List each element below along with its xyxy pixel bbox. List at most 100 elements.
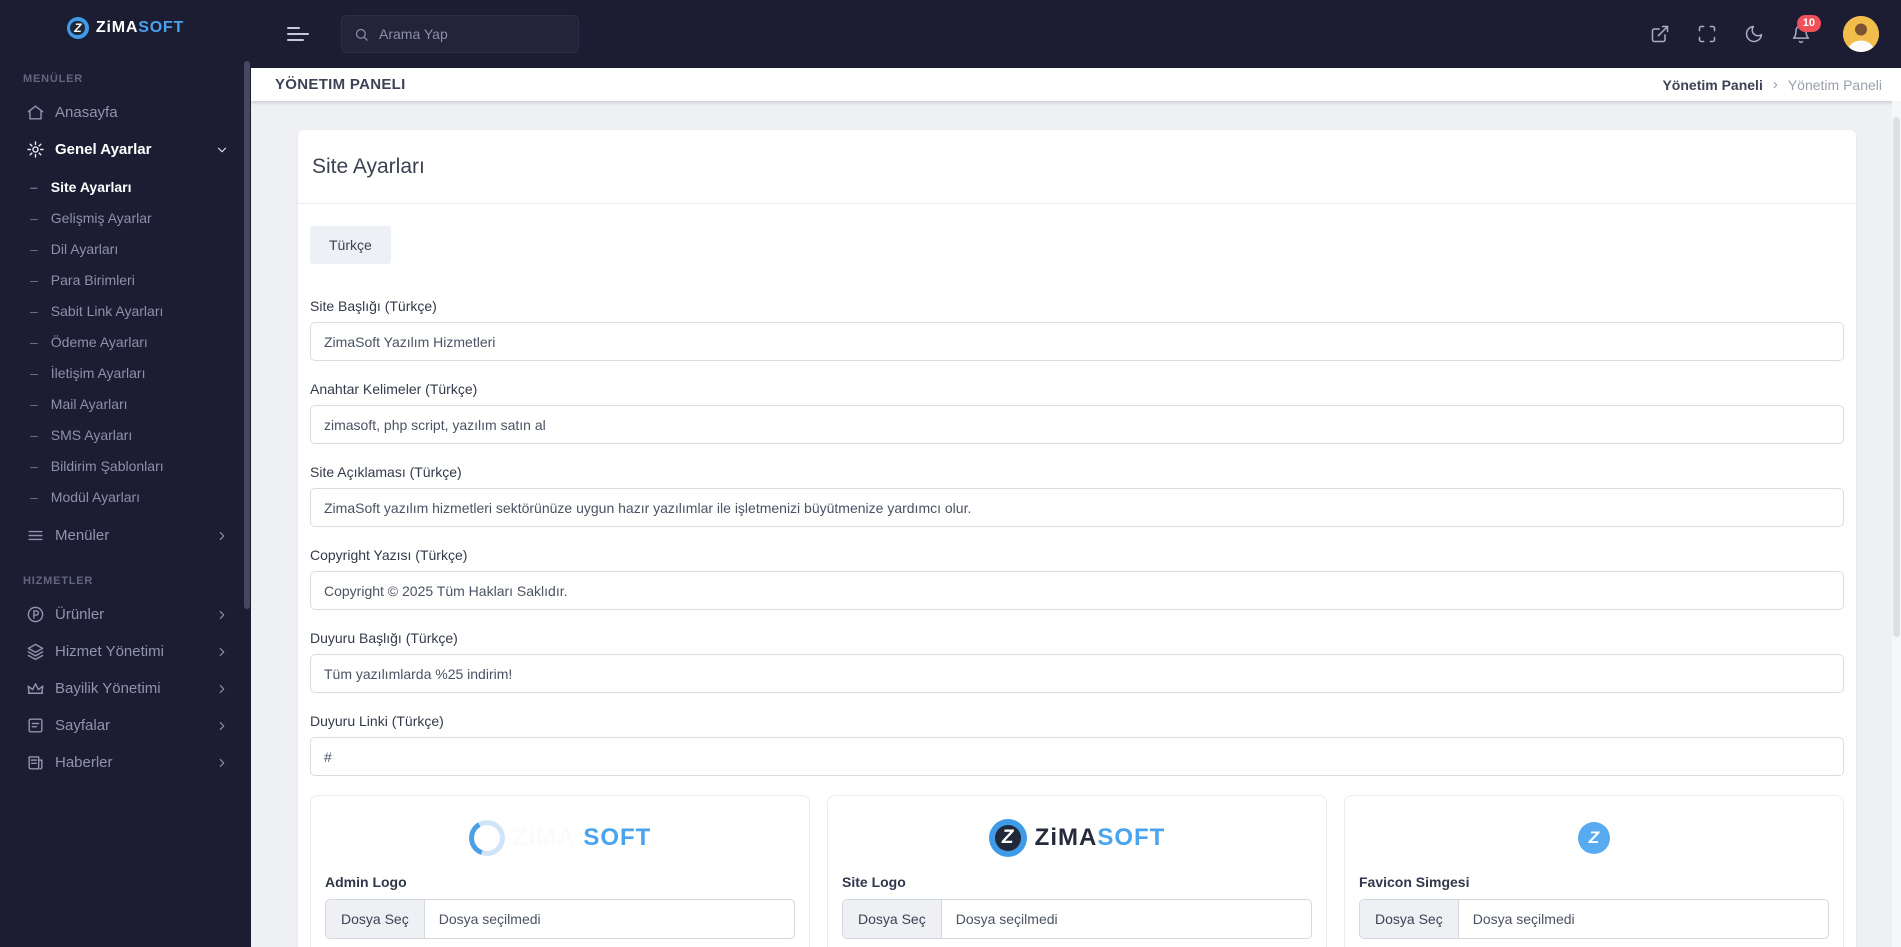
page-scrollbar-thumb[interactable] (1893, 117, 1900, 637)
admin-logo-file-input[interactable]: Dosya Seç Dosya seçilmedi (325, 899, 795, 939)
layers-icon (26, 642, 45, 661)
sidebar-item-bayilik-yonetimi[interactable]: Bayilik Yönetimi (0, 670, 251, 707)
sidebar-subitem-odeme-ayarlari[interactable]: Ödeme Ayarları (0, 326, 251, 357)
breadcrumb-parent[interactable]: Yönetim Paneli (1662, 77, 1762, 93)
field-announcement-link: Duyuru Linki (Türkçe) (310, 713, 1844, 776)
chevron-right-icon (215, 682, 229, 696)
site-description-input[interactable] (310, 488, 1844, 527)
admin-logo-preview: ZiMA SOFT (325, 806, 795, 870)
admin-logo-card: ZiMA SOFT Admin Logo Dosya Seç Dosya seç… (310, 795, 810, 947)
sidebar-item-haberler[interactable]: Haberler (0, 744, 251, 781)
topbar-actions: 10 (1650, 15, 1879, 52)
sidebar-subitem-sms-ayarlari[interactable]: SMS Ayarları (0, 419, 251, 450)
search-box[interactable] (341, 15, 579, 53)
sidebar-subitem-sabit-link-ayarlari[interactable]: Sabit Link Ayarları (0, 295, 251, 326)
chevron-right-icon (215, 645, 229, 659)
logo-upload-row: ZiMA SOFT Admin Logo Dosya Seç Dosya seç… (310, 795, 1844, 947)
admin-logo-label: Admin Logo (325, 874, 407, 890)
language-tabs: Türkçe (310, 204, 1844, 264)
sidebar-item-genel-ayarlar[interactable]: Genel Ayarlar (0, 131, 251, 168)
file-status-text: Dosya seçilmedi (438, 911, 541, 927)
page-icon (26, 716, 45, 735)
favicon-icon (1578, 822, 1610, 854)
dark-mode-moon-icon[interactable] (1744, 24, 1764, 44)
favicon-file-input[interactable]: Dosya Seç Dosya seçilmedi (1359, 899, 1829, 939)
sidebar-scrollbar-thumb[interactable] (244, 61, 250, 609)
home-icon (26, 103, 45, 122)
user-avatar[interactable] (1843, 16, 1879, 52)
sidebar-subitem-bildirim-sablonlari[interactable]: Bildirim Şablonları (0, 450, 251, 481)
page-title: YÖNETIM PANELI (275, 76, 406, 93)
product-p-icon (26, 605, 45, 624)
sidebar-section-hizmetler: HIZMETLER (23, 575, 94, 587)
site-settings-card: Site Ayarları Türkçe Site Başlığı (Türkç… (298, 130, 1856, 947)
brand-logo-icon (66, 17, 89, 39)
sidebar-item-urunler[interactable]: Ürünler (0, 596, 251, 633)
brand-logo-text: ZiMASOFT (95, 19, 185, 36)
keywords-input[interactable] (310, 405, 1844, 444)
site-title-input[interactable] (310, 322, 1844, 361)
announcement-link-input[interactable] (310, 737, 1844, 776)
field-announcement-title: Duyuru Başlığı (Türkçe) (310, 630, 1844, 693)
sidebar: ZiMASOFT MENÜLER Anasayfa Genel Ayarlar … (0, 0, 251, 947)
field-label: Duyuru Başlığı (Türkçe) (310, 630, 458, 646)
breadcrumb-current: Yönetim Paneli (1787, 76, 1882, 93)
file-select-button[interactable]: Dosya Seç (843, 900, 942, 938)
external-link-icon[interactable] (1650, 24, 1670, 44)
card-title: Site Ayarları (312, 155, 425, 178)
field-label: Site Başlığı (Türkçe) (310, 298, 437, 314)
field-label: Copyright Yazısı (Türkçe) (310, 547, 468, 563)
sidebar-subitem-mail-ayarlari[interactable]: Mail Ayarları (0, 388, 251, 419)
sidebar-subitem-modul-ayarlari[interactable]: Modül Ayarları (0, 481, 251, 512)
sidebar-subitem-site-ayarlari[interactable]: Site Ayarları (0, 171, 251, 202)
sidebar-item-hizmet-yonetimi[interactable]: Hizmet Yönetimi (0, 633, 251, 670)
breadcrumb: Yönetim Paneli › Yönetim Paneli (1662, 76, 1882, 93)
site-logo-file-input[interactable]: Dosya Seç Dosya seçilmedi (842, 899, 1312, 939)
sidebar-subitem-para-birimleri[interactable]: Para Birimleri (0, 264, 251, 295)
chevron-right-icon (215, 719, 229, 733)
sidebar-item-anasayfa[interactable]: Anasayfa (0, 94, 251, 131)
sidebar-subitem-dil-ayarlari[interactable]: Dil Ayarları (0, 233, 251, 264)
site-logo-card: ZiMASOFT Site Logo Dosya Seç Dosya seçil… (827, 795, 1327, 947)
sidebar-toggle-icon[interactable] (287, 24, 311, 44)
site-logo-label: Site Logo (842, 874, 906, 890)
chevron-right-icon (215, 756, 229, 770)
file-select-button[interactable]: Dosya Seç (326, 900, 425, 938)
tab-turkce[interactable]: Türkçe (310, 226, 391, 264)
page-scrollbar[interactable] (1892, 101, 1901, 947)
file-status-text: Dosya seçilmedi (955, 911, 1058, 927)
topbar: 10 (251, 0, 1901, 68)
field-site-description: Site Açıklaması (Türkçe) (310, 464, 1844, 527)
card-header: Site Ayarları (310, 130, 1844, 203)
file-select-button[interactable]: Dosya Seç (1360, 900, 1459, 938)
content-area: Site Ayarları Türkçe Site Başlığı (Türkç… (251, 101, 1901, 947)
crown-icon (26, 679, 45, 698)
sidebar-subitem-iletisim-ayarlari[interactable]: İletişim Ayarları (0, 357, 251, 388)
gear-icon (26, 140, 45, 159)
sidebar-section-menuler: MENÜLER (23, 73, 83, 85)
favicon-label: Favicon Simgesi (1359, 874, 1470, 890)
sidebar-item-sayfalar[interactable]: Sayfalar (0, 707, 251, 744)
copyright-input[interactable] (310, 571, 1844, 610)
sidebar-submenu-genel-ayarlar: Site Ayarları Gelişmiş Ayarlar Dil Ayarl… (0, 171, 251, 512)
fullscreen-icon[interactable] (1697, 24, 1717, 44)
sidebar-item-menuler[interactable]: Menüler (0, 517, 251, 554)
field-label: Duyuru Linki (Türkçe) (310, 713, 444, 729)
announcement-title-input[interactable] (310, 654, 1844, 693)
chevron-right-icon (215, 529, 229, 543)
field-label: Anahtar Kelimeler (Türkçe) (310, 381, 478, 397)
page-header: YÖNETIM PANELI Yönetim Paneli › Yönetim … (251, 68, 1901, 101)
notification-bell-icon[interactable]: 10 (1791, 15, 1821, 44)
search-input[interactable] (379, 26, 566, 42)
site-logo-icon (988, 819, 1027, 857)
chevron-down-icon (215, 143, 229, 157)
favicon-preview (1359, 806, 1829, 870)
field-site-title: Site Başlığı (Türkçe) (310, 298, 1844, 361)
brand-logo[interactable]: ZiMASOFT (0, 0, 251, 56)
file-status-text: Dosya seçilmedi (1472, 911, 1575, 927)
sidebar-subitem-gelismis-ayarlar[interactable]: Gelişmiş Ayarlar (0, 202, 251, 233)
menu-lines-icon (26, 526, 45, 545)
search-icon (355, 28, 368, 41)
admin-logo-icon (468, 820, 505, 856)
breadcrumb-separator-icon: › (1772, 76, 1778, 93)
